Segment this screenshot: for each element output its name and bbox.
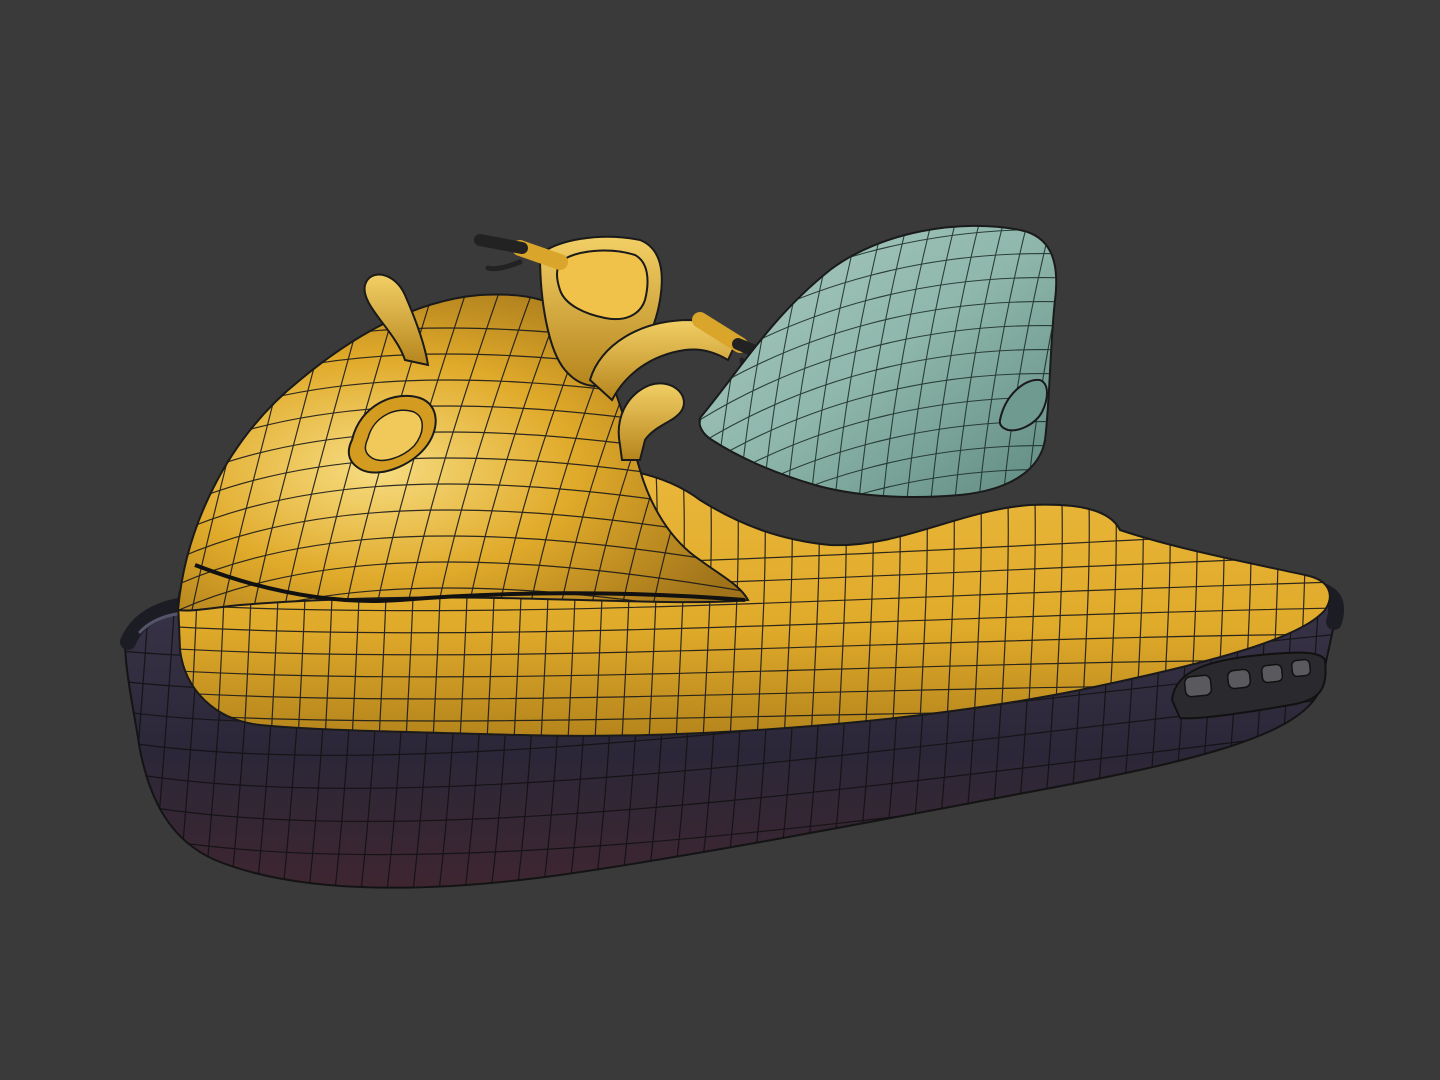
seat-wire-vertical: [699, 225, 741, 497]
seat-wire-vertical: [1049, 225, 1057, 497]
render-viewport: [0, 0, 1440, 1080]
vent-slot: [1290, 658, 1312, 678]
deck-wire-vertical: [1350, 470, 1359, 760]
vent-slot: [1183, 674, 1213, 698]
vent-slot: [1260, 663, 1284, 684]
throttle-lever: [485, 259, 523, 272]
vent-slot: [1226, 668, 1252, 690]
jet-ski-render: [120, 224, 1359, 889]
right-mirror: [617, 382, 685, 461]
